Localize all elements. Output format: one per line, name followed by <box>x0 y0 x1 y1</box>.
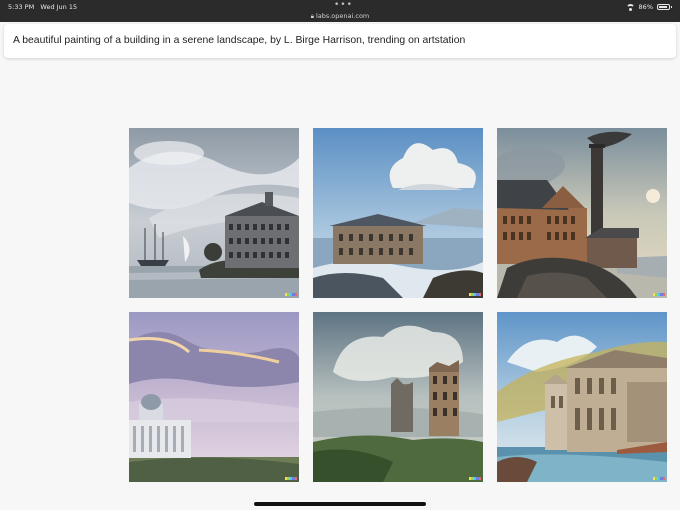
watermark <box>653 477 666 480</box>
url-text: labs.openai.com <box>315 12 370 20</box>
image-6-painting <box>497 312 667 482</box>
battery-fill <box>659 6 667 8</box>
image-4-painting <box>129 312 299 482</box>
watermark <box>469 477 482 480</box>
status-bar: 5:33 PM Wed Jun 15 ••• 🔒︎ labs.openai.com… <box>0 0 680 22</box>
generated-image-3[interactable] <box>497 128 667 298</box>
status-time: 5:33 PM Wed Jun 15 <box>8 3 78 11</box>
address-bar[interactable]: 🔒︎ labs.openai.com <box>0 12 680 21</box>
wifi-icon <box>625 3 635 11</box>
watermark <box>285 293 298 296</box>
watermark-swatch <box>478 293 482 296</box>
image-1-painting <box>129 128 299 298</box>
home-indicator[interactable] <box>254 502 426 506</box>
battery-percent: 86% <box>638 3 653 11</box>
generated-image-5[interactable] <box>313 312 483 482</box>
watermark-swatch <box>294 477 298 480</box>
generated-image-2[interactable] <box>313 128 483 298</box>
generated-image-6[interactable] <box>497 312 667 482</box>
watermark <box>469 293 482 296</box>
watermark-swatch <box>294 293 298 296</box>
prompt-text: A beautiful painting of a building in a … <box>13 35 466 46</box>
watermark-swatch <box>662 477 666 480</box>
watermark <box>285 477 298 480</box>
image-3-painting <box>497 128 667 298</box>
watermark-swatch <box>478 477 482 480</box>
prompt-field[interactable]: A beautiful painting of a building in a … <box>4 24 676 58</box>
lock-icon: 🔒︎ <box>310 13 314 20</box>
generated-image-1[interactable] <box>129 128 299 298</box>
image-2-painting <box>313 128 483 298</box>
generated-image-4[interactable] <box>129 312 299 482</box>
watermark-swatch <box>662 293 666 296</box>
battery-icon <box>657 4 672 10</box>
image-5-painting <box>313 312 483 482</box>
watermark <box>653 293 666 296</box>
status-indicators: 86% <box>625 3 672 11</box>
browser-menu-dots[interactable]: ••• <box>334 0 353 10</box>
